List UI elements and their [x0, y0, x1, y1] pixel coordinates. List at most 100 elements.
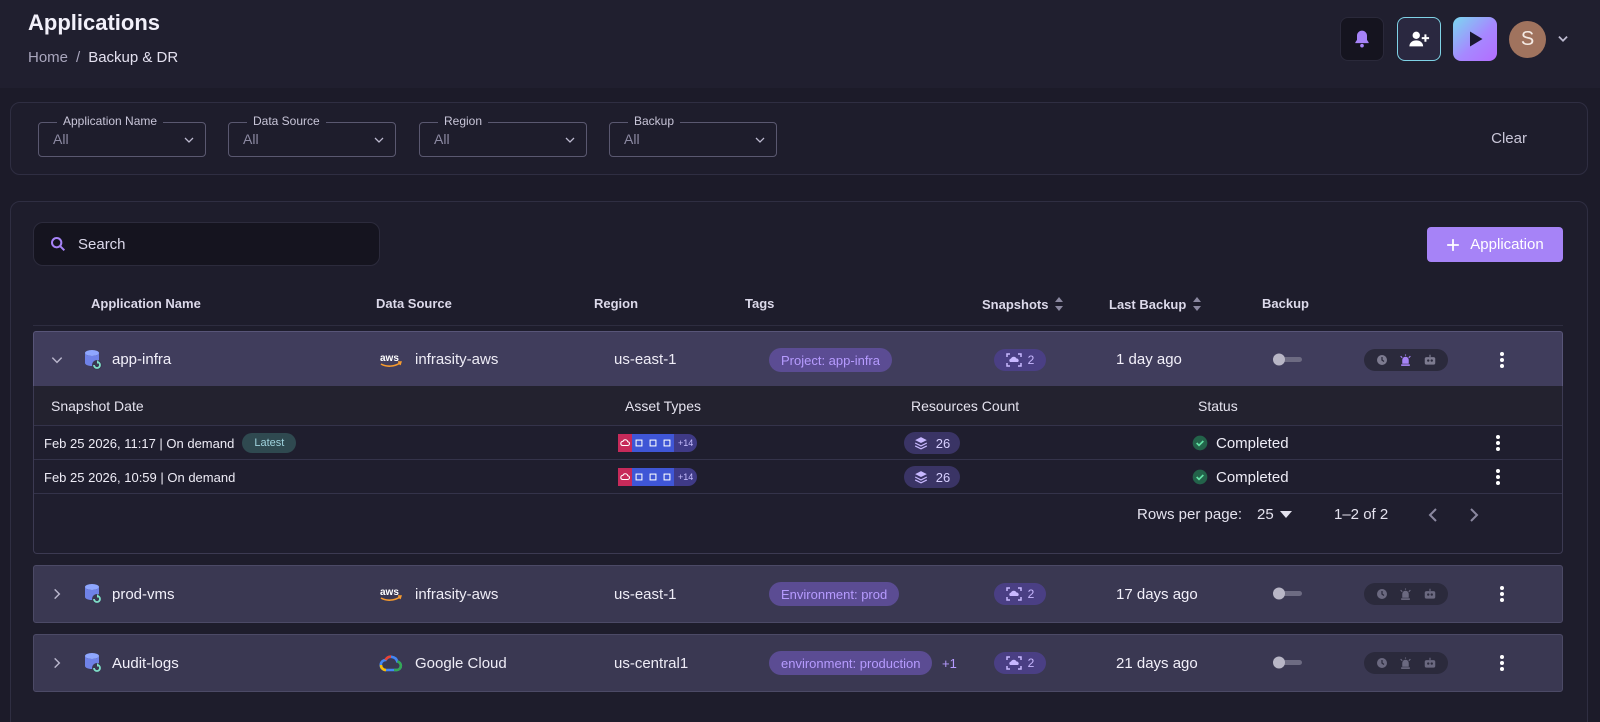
- asset-types[interactable]: +14: [618, 434, 698, 452]
- column-tags: Tags: [745, 296, 775, 311]
- resources-badge[interactable]: 26: [904, 466, 960, 488]
- snapshots-badge[interactable]: 2: [994, 349, 1046, 371]
- clock-icon: [1376, 589, 1387, 599]
- resources-badge[interactable]: 26: [904, 432, 960, 454]
- snapshot-table-header: Snapshot Date Asset Types Resources Coun…: [34, 386, 1562, 426]
- more-options-icon[interactable]: [1500, 635, 1504, 691]
- chevron-right-icon[interactable]: [1468, 507, 1480, 523]
- backup-toggle[interactable]: [1272, 635, 1304, 691]
- google-cloud-icon: [379, 635, 403, 691]
- app-name[interactable]: app-infra: [112, 332, 171, 387]
- data-source-name: infrasity-aws: [415, 585, 499, 603]
- filter-data-source[interactable]: Data Source All: [228, 114, 396, 157]
- backup-toggle[interactable]: [1272, 566, 1304, 622]
- more-tags-count[interactable]: +1: [942, 635, 957, 691]
- sort-icon: [1193, 297, 1202, 311]
- chevron-down-icon: [184, 137, 194, 143]
- table-header: Application Name Data Source Region Tags…: [33, 290, 1563, 326]
- column-data-source: Data Source: [376, 296, 452, 311]
- latest-badge: Latest: [242, 433, 297, 453]
- filter-label: Data Source: [247, 114, 326, 128]
- resources-count: 26: [935, 469, 951, 485]
- snapshot-row[interactable]: Feb 25 2026, 10:59 | On demand +14 26 Co…: [34, 460, 1562, 494]
- backup-policy-icons[interactable]: [1364, 583, 1448, 605]
- tag-chip[interactable]: environment: production: [769, 651, 933, 675]
- database-icon: [83, 635, 103, 691]
- filter-value: All: [434, 131, 450, 147]
- snapshot-status: Completed: [1192, 426, 1289, 460]
- filter-value: All: [243, 131, 259, 147]
- application-row[interactable]: app-infra aws infrasity-aws us-east-1 Pr…: [33, 331, 1563, 389]
- chevron-down-icon[interactable]: [1556, 32, 1570, 46]
- chevron-down-icon: [755, 137, 765, 143]
- play-icon: [1470, 31, 1483, 47]
- clear-filters-button[interactable]: Clear: [1491, 130, 1527, 147]
- application-row[interactable]: Audit-logs Google Cloud us-central1 envi…: [33, 634, 1563, 692]
- compute-asset-icon: [632, 434, 646, 452]
- invite-user-button[interactable]: [1397, 17, 1441, 61]
- snapshots-count: 2: [1027, 656, 1035, 670]
- column-snapshot-date: Snapshot Date: [51, 398, 144, 414]
- app-name[interactable]: Audit-logs: [112, 635, 179, 691]
- rows-per-page-label: Rows per page:: [1137, 506, 1243, 523]
- snapshot-icon: [1005, 656, 1022, 670]
- page-title: Applications: [28, 10, 161, 35]
- filter-value: All: [53, 131, 69, 147]
- tag-chip[interactable]: Project: app-infra: [769, 348, 892, 372]
- more-options-icon[interactable]: [1500, 332, 1504, 387]
- tag-chip[interactable]: Environment: prod: [769, 582, 900, 606]
- chevron-right-icon[interactable]: [50, 566, 64, 622]
- search-box[interactable]: [33, 222, 380, 266]
- column-snapshots[interactable]: Snapshots: [982, 296, 1064, 312]
- alarm-icon: [1399, 657, 1411, 669]
- rows-per-page-select[interactable]: 25: [1257, 506, 1292, 523]
- snapshots-badge[interactable]: 2: [994, 583, 1046, 605]
- app-name[interactable]: prod-vms: [112, 566, 175, 622]
- column-application-name: Application Name: [91, 296, 201, 311]
- chevron-right-icon[interactable]: [50, 635, 64, 691]
- backup-policy-icons[interactable]: [1364, 349, 1448, 371]
- more-options-icon[interactable]: [1496, 460, 1500, 494]
- filter-region[interactable]: Region All: [419, 114, 587, 157]
- svg-text:aws: aws: [380, 587, 399, 598]
- last-backup: 1 day ago: [1116, 351, 1182, 368]
- filter-backup[interactable]: Backup All: [609, 114, 777, 157]
- more-options-icon[interactable]: [1496, 426, 1500, 460]
- breadcrumb-current: Backup & DR: [88, 49, 179, 66]
- cloud-asset-icon: [618, 434, 632, 452]
- snapshot-icon: [1005, 587, 1022, 601]
- breadcrumb-home[interactable]: Home: [28, 49, 68, 66]
- run-button[interactable]: [1453, 17, 1497, 61]
- search-input[interactable]: [78, 235, 358, 253]
- add-application-button[interactable]: Application: [1427, 227, 1563, 262]
- application-row[interactable]: prod-vms aws infrasity-aws us-east-1 Env…: [33, 565, 1563, 623]
- add-application-label: Application: [1470, 236, 1544, 253]
- backup-toggle[interactable]: [1272, 332, 1304, 387]
- filter-bar: Application Name All Data Source All Reg…: [10, 102, 1588, 175]
- notifications-button[interactable]: [1340, 17, 1384, 61]
- chevron-down-icon[interactable]: [50, 332, 64, 387]
- filter-application-name[interactable]: Application Name All: [38, 114, 206, 157]
- page-range: 1–2 of 2: [1334, 506, 1389, 523]
- avatar[interactable]: S: [1509, 21, 1546, 58]
- snapshots-count: 2: [1027, 353, 1035, 367]
- column-last-backup[interactable]: Last Backup: [1109, 296, 1202, 312]
- column-region: Region: [594, 296, 639, 311]
- more-options-icon[interactable]: [1500, 566, 1504, 622]
- asset-types[interactable]: +14: [618, 468, 698, 486]
- snapshots-count: 2: [1027, 587, 1035, 601]
- snapshot-row[interactable]: Feb 25 2026, 11:17 | On demand Latest +1…: [34, 426, 1562, 460]
- snapshots-badge[interactable]: 2: [994, 652, 1046, 674]
- database-icon: [83, 566, 103, 622]
- layers-icon: [914, 437, 927, 450]
- snapshot-table: Snapshot Date Asset Types Resources Coun…: [33, 386, 1563, 554]
- column-asset-types: Asset Types: [625, 398, 702, 414]
- clock-icon: [1376, 658, 1387, 668]
- resources-count: 26: [935, 435, 951, 451]
- column-backup: Backup: [1262, 296, 1309, 311]
- chevron-down-icon: [374, 137, 384, 143]
- backup-policy-icons[interactable]: [1364, 652, 1448, 674]
- data-source-name: infrasity-aws: [415, 351, 499, 368]
- filter-value: All: [624, 131, 640, 147]
- chevron-left-icon[interactable]: [1427, 507, 1439, 523]
